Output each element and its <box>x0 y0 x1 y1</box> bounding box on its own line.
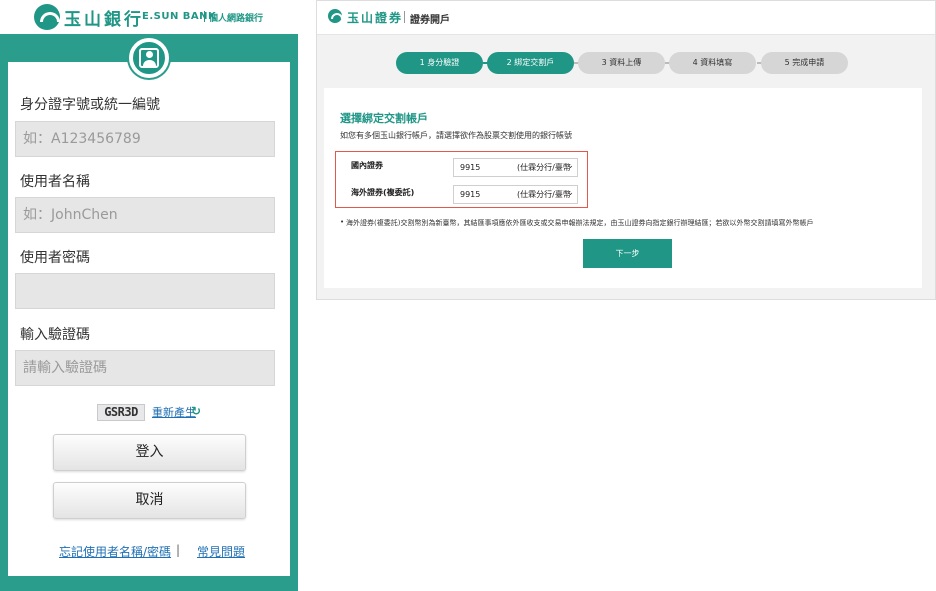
id-number-input[interactable]: 如：A123456789 <box>15 121 275 157</box>
username-label: 使用者名稱 <box>20 174 90 190</box>
account-opening-window: 玉山證券 證券開戶 1 身分驗證 2 綁定交割戶 3 資料上傳 4 資料填寫 5… <box>316 0 936 300</box>
desktop-header: 玉山證券 證券開戶 <box>317 1 935 35</box>
password-label: 使用者密碼 <box>20 250 90 266</box>
refresh-icon[interactable]: ↻ <box>191 404 201 418</box>
regenerate-captcha-link[interactable]: 重新產生 <box>152 404 196 420</box>
step-bind-settlement-account: 2 綁定交割戶 <box>487 52 574 74</box>
domestic-account-select[interactable]: 9915 (仕霖分行/臺幣 ⌄ <box>453 158 578 177</box>
page-title: 證券開戶 <box>410 15 450 26</box>
id-number-label: 身分證字號或統一編號 <box>20 97 160 113</box>
domestic-account-branch: (仕霖分行/臺幣 <box>517 163 571 172</box>
step-fill-information: 4 資料填寫 <box>669 52 756 74</box>
login-button[interactable]: 登入 <box>53 434 246 471</box>
link-separator: | <box>176 543 181 557</box>
domestic-securities-label: 國內證券 <box>351 161 383 170</box>
securities-brand-name: 玉山證券 <box>347 11 404 25</box>
brand-name-en: E.SUN BANK <box>142 11 217 22</box>
brand-divider <box>204 11 205 22</box>
captcha-label: 輸入驗證碼 <box>20 327 90 343</box>
mobile-login-panel: 玉山銀行 E.SUN BANK 個人網路銀行 身分證字號或統一編號 如：A123… <box>0 0 298 591</box>
esun-securities-logo-icon <box>328 9 343 23</box>
header-divider <box>404 11 405 23</box>
note-bullet: • <box>340 218 345 226</box>
esun-logo-icon <box>34 4 60 30</box>
chevron-down-icon: ⌄ <box>566 161 574 171</box>
section-title: 選擇綁定交割帳戶 <box>340 112 428 125</box>
settlement-account-card: 選擇綁定交割帳戶 如您有多個玉山銀行帳戶，請選擇欲作為股票交割使用的銀行帳號 國… <box>324 88 922 288</box>
domestic-account-number: 9915 <box>460 163 481 172</box>
overseas-securities-label: 海外證券(複委託) <box>351 188 415 197</box>
step-complete-application: 5 完成申請 <box>761 52 848 74</box>
person-icon <box>139 48 159 68</box>
step-identity-verification: 1 身分驗證 <box>396 52 483 74</box>
captcha-image: GSR3D <box>97 404 145 421</box>
overseas-account-select[interactable]: 9915 (仕霖分行/臺幣 ⌄ <box>453 185 578 204</box>
account-selection-highlight: 國內證券 9915 (仕霖分行/臺幣 ⌄ 海外證券(複委託) 9915 (仕霖分… <box>335 151 588 208</box>
chevron-down-icon: ⌄ <box>566 188 574 198</box>
overseas-account-number: 9915 <box>460 190 481 199</box>
overseas-account-branch: (仕霖分行/臺幣 <box>517 190 571 199</box>
faq-link[interactable]: 常見問題 <box>197 543 245 560</box>
section-description: 如您有多個玉山銀行帳戶，請選擇欲作為股票交割使用的銀行帳號 <box>340 131 572 140</box>
password-input[interactable] <box>15 273 275 309</box>
brand-name-cn: 玉山銀行 <box>64 10 144 30</box>
next-step-button[interactable]: 下一步 <box>583 239 672 268</box>
step-upload-documents: 3 資料上傳 <box>578 52 665 74</box>
captcha-input[interactable]: 請輸入驗證碼 <box>15 350 275 386</box>
username-input[interactable]: 如：JohnChen <box>15 197 275 233</box>
forgot-credentials-link[interactable]: 忘記使用者名稱/密碼 <box>59 543 171 560</box>
settlement-note: 海外證券(複委託)交割幣別為新臺幣，其結匯事項應依外匯收支或交易申報辦法規定，由… <box>346 219 814 227</box>
mobile-header: 玉山銀行 E.SUN BANK 個人網路銀行 <box>0 0 298 34</box>
cancel-button[interactable]: 取消 <box>53 482 246 519</box>
user-avatar-icon <box>129 38 169 78</box>
brand-subtitle: 個人網路銀行 <box>209 14 264 24</box>
